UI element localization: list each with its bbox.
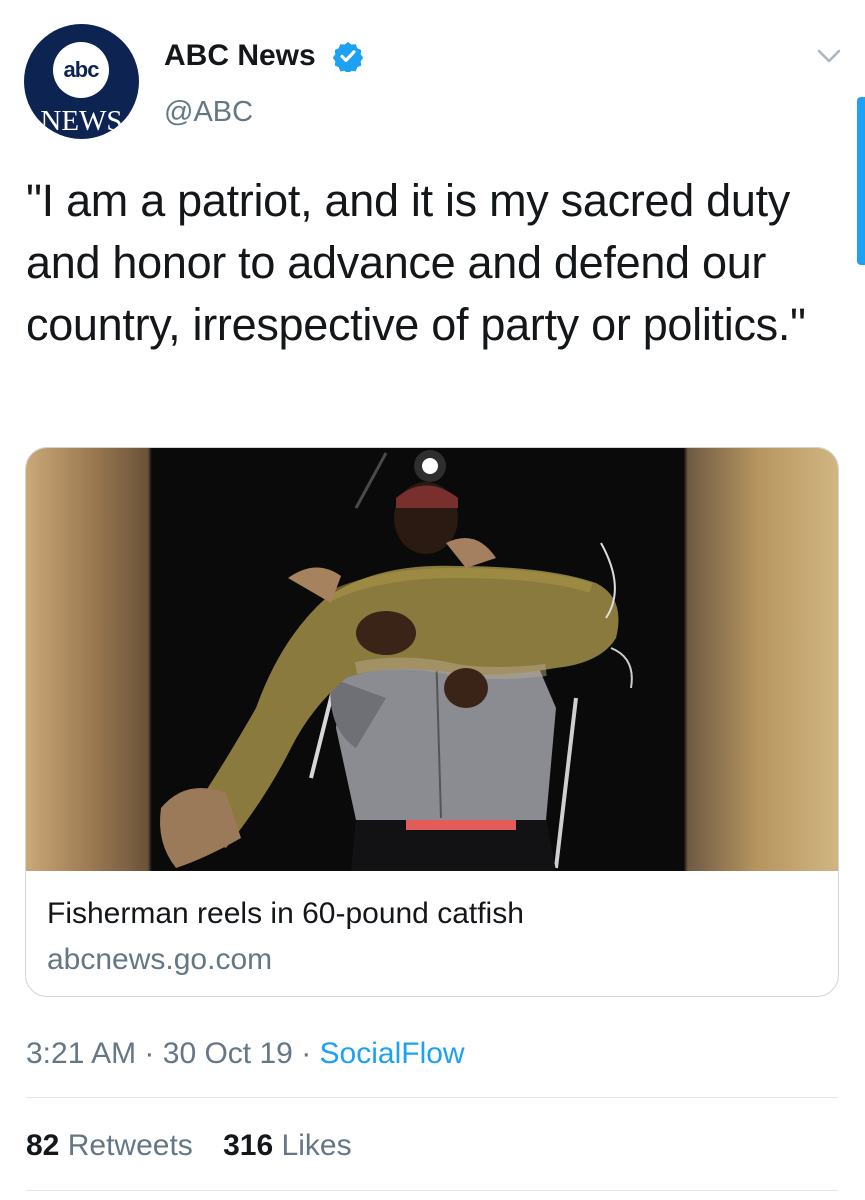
meta-separator: · — [301, 1037, 312, 1070]
verified-badge-icon — [332, 42, 364, 72]
avatar[interactable]: abc NEWS — [24, 24, 139, 139]
link-card[interactable]: Fisherman reels in 60-pound catfish abcn… — [25, 447, 839, 997]
tweet-text: "I am a patriot, and it is my sacred dut… — [26, 175, 806, 350]
abc-logo-news-text: NEWS — [40, 105, 123, 137]
author-display-name[interactable]: ABC News — [164, 36, 316, 76]
retweets-stat[interactable]: 82 Retweets — [26, 1129, 193, 1162]
author-handle[interactable]: @ABC — [164, 92, 253, 132]
photo-fisherman-catfish-image — [26, 448, 838, 871]
tweet-metadata: 3:21 AM · 30 Oct 19 · SocialFlow — [26, 1034, 465, 1074]
tweet-time[interactable]: 3:21 AM — [26, 1037, 136, 1070]
abc-logo-circle: abc — [53, 42, 109, 98]
divider — [26, 1097, 838, 1098]
meta-separator: · — [144, 1037, 155, 1070]
likes-stat[interactable]: 316 Likes — [223, 1129, 351, 1162]
engagement-stats: 82 Retweets 316 Likes — [26, 1126, 374, 1166]
photo-fisherman-catfish-icon — [160, 450, 633, 871]
card-domain: abcnews.go.com — [47, 943, 273, 976]
divider — [26, 1190, 838, 1191]
tweet-date[interactable]: 30 Oct 19 — [163, 1037, 293, 1070]
retweets-label: Retweets — [67, 1129, 193, 1162]
scrollbar-thumb[interactable] — [857, 97, 865, 265]
tweet-source-link[interactable]: SocialFlow — [320, 1037, 465, 1070]
chevron-down-icon[interactable] — [816, 47, 842, 65]
likes-label: Likes — [281, 1129, 352, 1162]
likes-count: 316 — [223, 1129, 274, 1162]
retweets-count: 82 — [26, 1129, 60, 1162]
card-title[interactable]: Fisherman reels in 60-pound catfish — [47, 896, 524, 932]
